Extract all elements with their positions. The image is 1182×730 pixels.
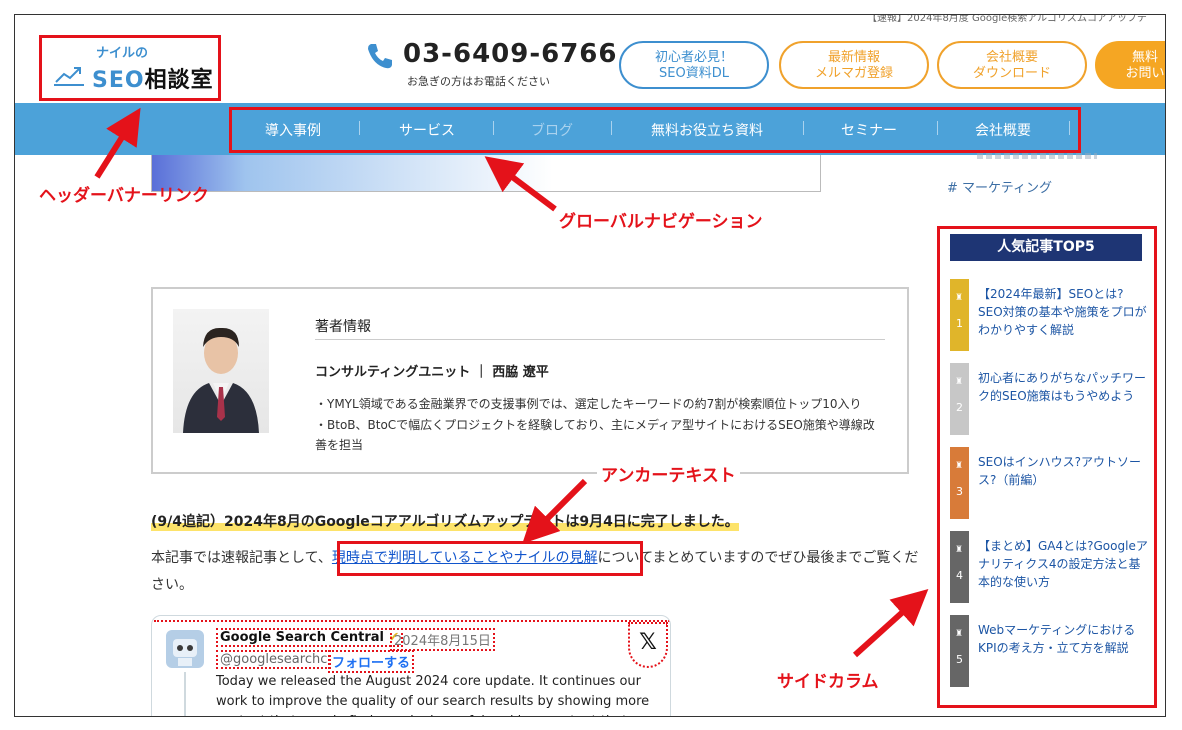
tag-marketing[interactable]: # マーケティング [947,177,1052,196]
crown-icon: ♜ [955,461,964,471]
popular-item[interactable]: ♜ 5 Webマーケティングにおける KPIの考え方・立て方を解説 [950,615,1150,687]
news-ticker[interactable]: 【速報】2024年8月度 Google検索アルゴリズムコアアップデ [867,15,1165,29]
header-button-company-dl[interactable]: 会社概要 ダウンロード [937,41,1087,89]
divider [315,339,885,340]
tweet-date[interactable]: 2024年8月15日 [390,628,495,651]
annotation-dotted-line [154,620,670,622]
header-button-seo-dl[interactable]: 初心者必見！ SEO資料DL [619,41,769,89]
crown-icon: ♜ [955,293,964,303]
popular-item-title: Webマーケティングにおける KPIの考え方・立て方を解説 [978,623,1136,655]
annotation-global-nav: グローバルナビゲーション [559,212,763,232]
tweet-author-name[interactable]: Google Search Central ✔ [216,628,404,647]
header-button-newsletter[interactable]: 最新情報 メルマガ登録 [779,41,929,89]
article-update-notice: (9/4追記）2024年8月のGoogleコアアルゴリズムアップデートは9月4日… [151,511,739,531]
annotation-anchor-text: アンカーテキスト [597,461,740,486]
author-box: 著者情報 コンサルティングユニット ｜ 西脇 遼平 ・YMYL領域である金融業界… [151,287,909,474]
sidebar-popular-articles: 人気記事TOP5 ♜ 1 【2024年最新】SEOとは?SEO対策の基本や施策をプ… [937,226,1157,708]
author-name: コンサルティングユニット ｜ 西脇 遼平 [315,365,549,380]
phone-note: お急ぎの方はお電話ください [407,75,550,88]
rank-badge: ♜ 1 [950,279,969,351]
rank-badge: ♜ 5 [950,615,969,687]
author-photo [173,309,269,433]
thread-line [184,672,186,716]
popular-item-title: 初心者にありがちなパッチワーク的SEO施策はもうやめよう [978,371,1147,403]
article-hero-image [151,155,821,192]
rank-badge: ♜ 2 [950,363,969,435]
popular-item-title: 【2024年最新】SEOとは?SEO対策の基本や施策をプロがわかりやすく解説 [978,287,1147,337]
logo-text: SEO相談室 [92,68,214,93]
logo-tagline: ナイルの [96,46,149,61]
crown-icon: ♜ [955,377,964,387]
annotation-box-anchor [337,541,643,576]
rank-badge: ♜ 3 [950,447,969,519]
header-button-contact[interactable]: 無料 お問い [1095,41,1165,89]
rank-badge: ♜ 4 [950,531,969,603]
author-bullet: ・BtoB、BtoCで幅広くプロジェクトを経験しており、主にメディア型サイトにお… [315,418,875,452]
site-logo[interactable]: ナイルの SEO相談室 [39,35,221,101]
tag-list-cutoff [977,153,1097,159]
popular-item[interactable]: ♜ 3 SEOはインハウス?アウトソース?（前編） [950,447,1150,519]
phone-number: 03-6409-6766 [403,39,618,69]
author-heading: 著者情報 [315,319,371,335]
phone-icon [368,44,392,69]
browser-viewport: 【速報】2024年8月度 Google検索アルゴリズムコアアップデ ナイルの S… [14,14,1166,717]
tweet-handle[interactable]: @googlesearchc [216,650,332,669]
annotation-side-column: サイドカラム [777,672,879,692]
sidebar-title: 人気記事TOP5 [950,234,1142,261]
embedded-tweet[interactable]: Google Search Central ✔ 2024年8月15日 @goog… [151,615,671,716]
avatar[interactable] [166,630,204,668]
tweet-text: Today we released the August 2024 core u… [216,674,650,716]
chart-trend-icon [54,67,84,86]
popular-item[interactable]: ♜ 4 【まとめ】GA4とは?Googleアナリティクス4の設定方法と基本的な使い… [950,531,1150,603]
annotation-box-global-nav [229,107,1081,153]
annotation-header-banner: ヘッダーバナーリンク [39,186,209,206]
popular-item-title: 【まとめ】GA4とは?Googleアナリティクス4の設定方法と基本的な使い方 [978,539,1148,589]
author-bullet: ・YMYL領域である金融業界での支援事例では、選定したキーワードの約7割が検索順… [315,397,862,411]
x-logo-icon[interactable]: 𝕏 [628,622,668,668]
popular-item[interactable]: ♜ 1 【2024年最新】SEOとは?SEO対策の基本や施策をプロがわかりやすく解… [950,279,1150,351]
popular-item[interactable]: ♜ 2 初心者にありがちなパッチワーク的SEO施策はもうやめよう [950,363,1150,435]
crown-icon: ♜ [955,629,964,639]
popular-item-title: SEOはインハウス?アウトソース?（前編） [978,455,1142,487]
follow-button[interactable]: フォローする [328,650,415,673]
crown-icon: ♜ [955,545,964,555]
